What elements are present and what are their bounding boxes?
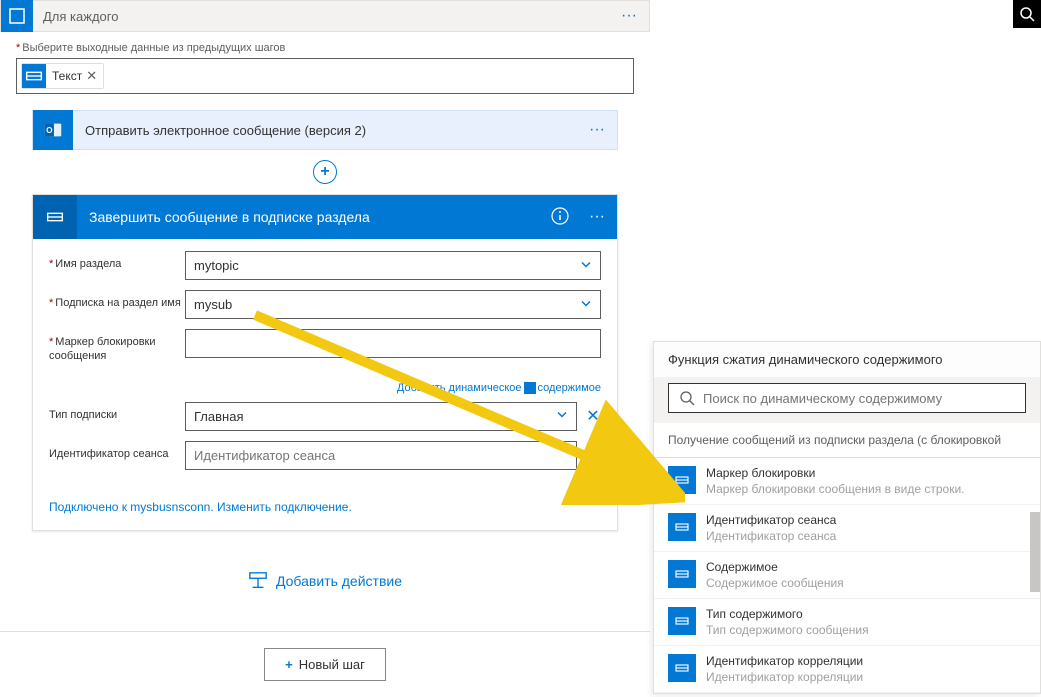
search-icon [1019,6,1035,22]
dc-header: Функция сжатия динамического содержимого [654,342,1040,377]
session-label: Идентификатор сеанса [49,441,185,461]
dc-item-title: Маркер блокировки [706,466,1026,480]
token-text[interactable]: Текст ✕ [21,63,104,89]
prev-output-input[interactable]: Текст ✕ [16,58,634,94]
servicebus-icon [668,560,696,588]
servicebus-icon [668,607,696,635]
foreach-header[interactable]: Для каждого ··· [0,0,650,32]
dc-item-desc: Маркер блокировки сообщения в виде строк… [706,482,1026,496]
outlook-action-card[interactable]: O Отправить электронное сообщение (верси… [32,110,618,150]
lock-token-input[interactable] [185,329,601,358]
connection-info[interactable]: Подключено к mysbusnsconn. Изменить подк… [33,492,617,530]
token-remove[interactable]: ✕ [86,68,97,84]
outlook-icon: O [33,110,73,150]
subscription-label: *Подписка на раздел имя [49,290,185,310]
outlook-menu[interactable]: ··· [577,121,617,139]
scrollbar[interactable] [1030,512,1040,592]
sb-header[interactable]: Завершить сообщение в подписке раздела ·… [33,195,617,239]
servicebus-icon [668,654,696,682]
dc-section-title: Получение сообщений из подписки раздела … [654,423,1040,458]
svg-text:O: O [46,126,53,135]
topic-select[interactable]: mytopic [185,251,601,280]
dc-item-desc: Идентификатор сеанса [706,529,1026,543]
servicebus-icon [668,513,696,541]
dc-item-title: Идентификатор корреляции [706,654,1026,668]
add-action-button[interactable]: Добавить действие [248,571,402,591]
info-icon[interactable] [551,207,569,228]
dc-item-desc: Идентификатор корреляции [706,670,1026,684]
topic-label: *Имя раздела [49,251,185,271]
dc-item-title: Идентификатор сеанса [706,513,1026,527]
dc-item-title: Тип содержимого [706,607,1026,621]
clear-session[interactable]: ✕ [585,441,601,465]
dynamic-content-link[interactable]: Добавить динамическоесодержимое [33,380,617,394]
add-action-icon [248,571,268,591]
dc-item[interactable]: Маркер блокировки Маркер блокировки сооб… [654,458,1040,505]
dc-search-input[interactable] [703,391,1015,406]
subtype-label: Тип подписки [49,402,185,422]
servicebus-icon [22,64,46,88]
dc-item[interactable]: Содержимое Содержимое сообщения [654,552,1040,599]
new-step-button[interactable]: +Новый шаг [264,648,386,681]
dynamic-content-panel: Функция сжатия динамического содержимого… [653,341,1041,694]
lock-token-label: *Маркер блокировки сообщения [49,329,185,364]
foreach-icon [1,0,33,32]
dc-search[interactable] [668,383,1026,413]
clear-subtype[interactable]: ✕ [585,402,601,426]
sb-title: Завершить сообщение в подписке раздела [77,209,551,225]
dc-item[interactable]: Тип содержимого Тип содержимого сообщени… [654,599,1040,646]
servicebus-icon [33,195,77,239]
subtype-select[interactable]: Главная [185,402,577,431]
foreach-menu[interactable]: ··· [609,7,649,25]
dc-item-title: Содержимое [706,560,1026,574]
top-search-button[interactable] [1013,0,1041,28]
foreach-title: Для каждого [33,9,609,24]
prev-output-label: *Выберите выходные данные из предыдущих … [16,42,634,54]
connector-plus[interactable]: + [16,160,634,184]
sb-menu[interactable]: ··· [577,208,617,226]
dc-list: Маркер блокировки Маркер блокировки сооб… [654,458,1040,693]
servicebus-icon [668,466,696,494]
dc-item-desc: Тип содержимого сообщения [706,623,1026,637]
dc-item-desc: Содержимое сообщения [706,576,1026,590]
dc-item[interactable]: Идентификатор корреляции Идентификатор к… [654,646,1040,693]
outlook-action-title: Отправить электронное сообщение (версия … [73,123,577,138]
search-icon [679,390,695,406]
session-input[interactable] [185,441,577,470]
subscription-select[interactable]: mysub [185,290,601,319]
dc-item[interactable]: Идентификатор сеанса Идентификатор сеанс… [654,505,1040,552]
servicebus-card: Завершить сообщение в подписке раздела ·… [32,194,618,531]
